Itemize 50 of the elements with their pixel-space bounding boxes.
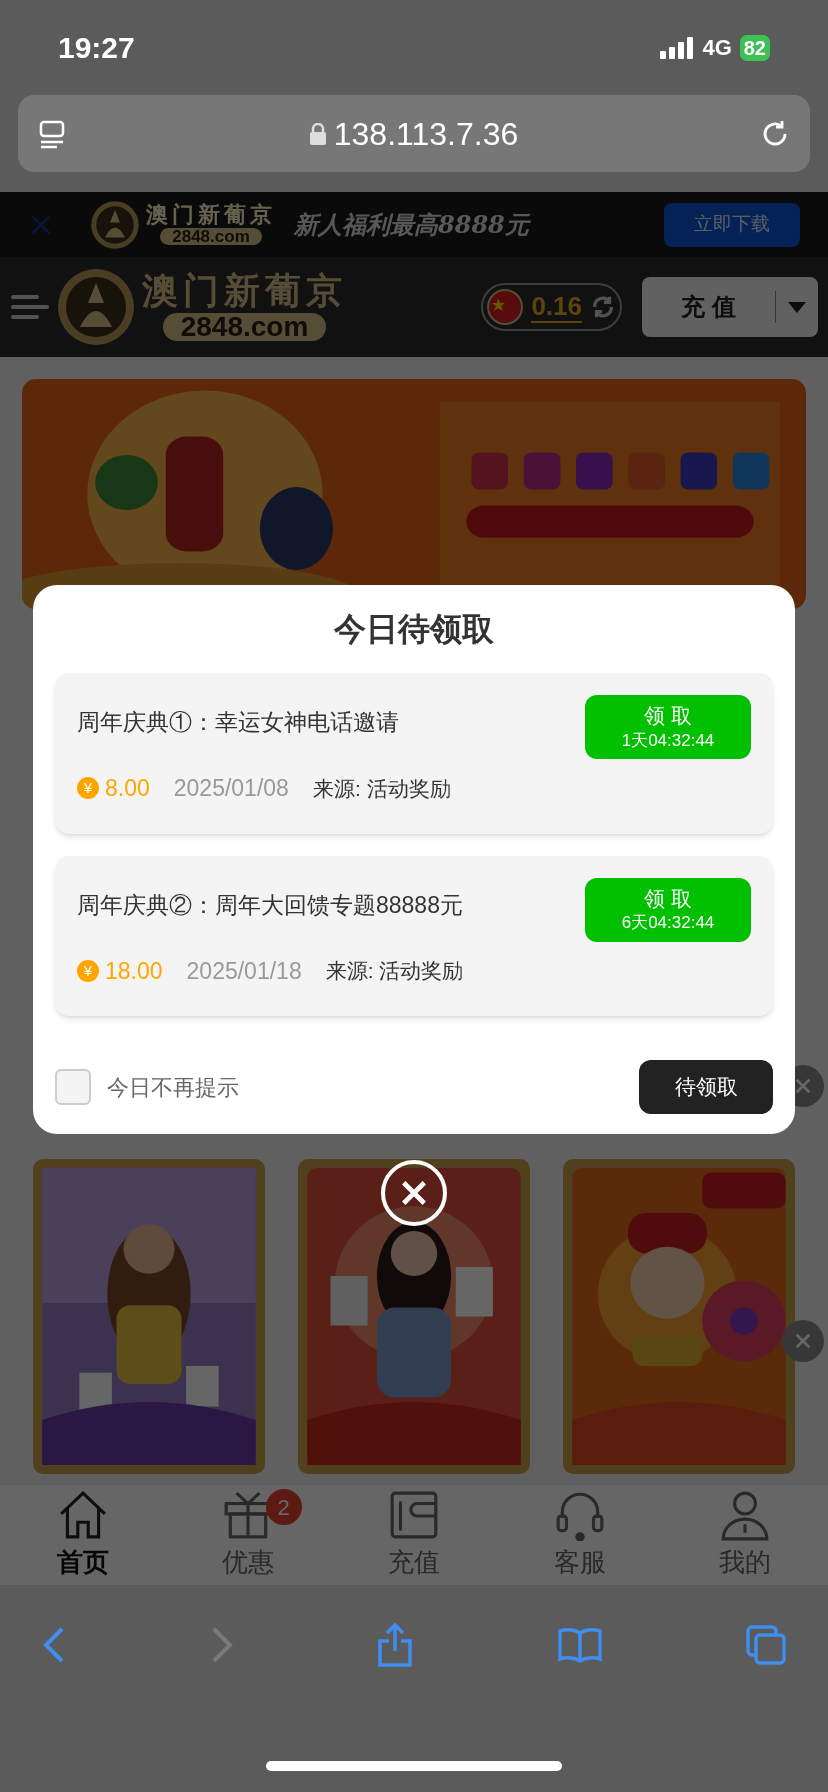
back-icon[interactable] [42,1627,66,1663]
caret-icon[interactable] [788,301,806,313]
claim-button[interactable]: 领 取 1天04:32:44 [585,695,751,759]
close-button[interactable] [381,1160,447,1226]
url-text: 138.113.7.36 [333,114,519,154]
brand-domain: 2848.com [160,228,262,245]
logo-icon [90,199,140,250]
lock-icon [309,122,326,145]
checkbox-label: 今日不再提示 [107,1073,239,1102]
logo-icon [56,267,136,347]
balance-amount: 0.16 [531,291,582,323]
checkbox[interactable] [55,1069,91,1105]
menu-icon[interactable] [10,292,50,322]
signal-icon [660,36,695,59]
recharge-button[interactable]: 充 值 [642,277,818,337]
reward-date: 2025/01/08 [173,774,289,803]
brand-name: 澳门新葡京 [146,204,276,226]
reward-title: 周年庆典②：周年大回馈专题88888元 [77,890,463,920]
coin-icon: ¥ [77,777,99,800]
close-icon [794,1332,812,1350]
download-button[interactable]: 立即下载 [664,202,800,247]
pending-button[interactable]: 待领取 [639,1060,773,1114]
status-time: 19:27 [58,30,135,66]
reward-title: 周年庆典①：幸运女神电话邀请 [77,708,399,737]
reward-amount: 8.00 [105,774,150,803]
nav-tab[interactable]: 我的 [662,1485,828,1585]
badge-count: 2 [265,1489,302,1525]
nav-tab[interactable]: 首页 [0,1485,166,1585]
share-icon[interactable] [377,1623,413,1667]
address-bar[interactable]: 138.113.7.36 [18,95,810,172]
reward-amount: 18.00 [105,956,163,986]
claim-button[interactable]: 领 取 6天04:32:44 [585,877,751,942]
flag-icon [487,289,524,325]
reward-date: 2025/01/18 [186,956,302,986]
nav-tab[interactable]: 客服 [496,1485,663,1585]
bookmarks-icon[interactable] [556,1627,603,1663]
close-icon [400,1179,428,1207]
nav-tab[interactable]: 优惠 2 [165,1485,332,1585]
promo-slogan: 新人福利最高8888元 [294,208,529,241]
tabs-icon[interactable] [746,1625,786,1665]
brand-domain: 2848.com [162,313,327,341]
refresh-icon[interactable] [590,294,616,320]
reward-source: 来源: 活动奖励 [325,958,464,984]
nav-tab[interactable]: 充值 [331,1485,497,1585]
dialog-title: 今日待领取 [333,610,495,649]
network-label: 4G [702,34,732,62]
brand-name: 澳门新葡京 [142,273,347,309]
reward-source: 来源: 活动奖励 [312,775,451,802]
coin-icon: ¥ [77,959,99,982]
battery-level: 82 [739,34,770,61]
